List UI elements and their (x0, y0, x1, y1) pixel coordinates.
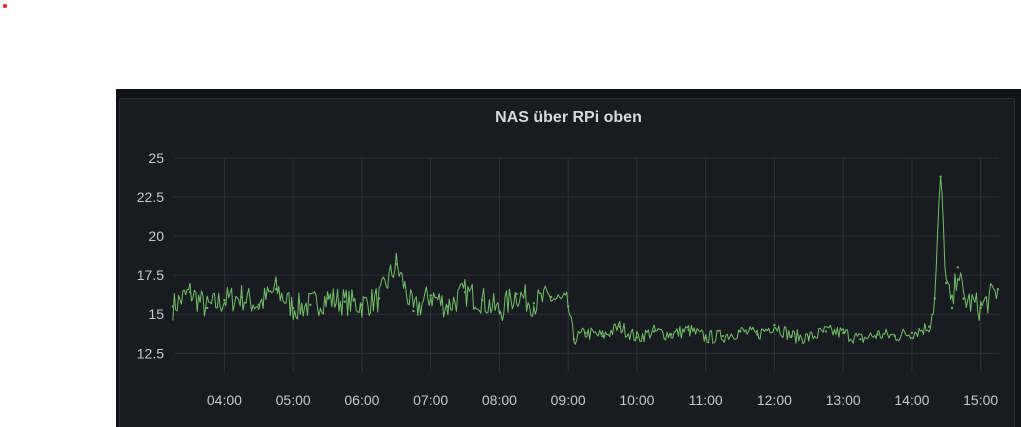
x-tick-label: 14:00 (894, 392, 929, 408)
data-point[interactable] (377, 297, 381, 300)
red-dot-marker (3, 4, 7, 8)
y-tick-label: 12.5 (137, 345, 164, 361)
data-point[interactable] (206, 306, 209, 310)
y-tick-label: 17.5 (137, 267, 164, 283)
data-point[interactable] (572, 338, 576, 341)
data-point[interactable] (498, 309, 501, 313)
data-point[interactable] (950, 306, 954, 310)
data-point[interactable] (910, 331, 914, 335)
x-tick-label: 04:00 (207, 392, 242, 408)
data-point[interactable] (996, 288, 1000, 291)
data-point[interactable] (463, 291, 467, 294)
data-point[interactable] (756, 333, 759, 336)
data-point[interactable] (687, 328, 690, 331)
data-point[interactable] (360, 303, 364, 306)
data-point[interactable] (326, 297, 329, 300)
data-point[interactable] (309, 303, 312, 306)
data-point[interactable] (618, 325, 621, 328)
data-point[interactable] (257, 303, 260, 306)
data-point[interactable] (842, 331, 845, 335)
data-point[interactable] (859, 338, 862, 341)
y-tick-label: 15 (148, 306, 164, 322)
series-line-0[interactable] (172, 176, 999, 345)
data-point[interactable] (738, 330, 742, 333)
data-point[interactable] (429, 294, 432, 297)
data-point[interactable] (773, 323, 776, 327)
data-point[interactable] (939, 175, 942, 178)
data-point[interactable] (721, 334, 725, 338)
data-point[interactable] (584, 331, 587, 335)
x-tick-label: 09:00 (551, 392, 586, 408)
data-point[interactable] (945, 281, 948, 285)
data-point[interactable] (956, 266, 959, 269)
x-tick-label: 06:00 (344, 392, 379, 408)
dashboard-panel: NAS über RPi oben 25 22.5 20 17.5 15 12.5 04:0… (116, 89, 1021, 427)
data-point[interactable] (670, 333, 673, 336)
y-tick-label: 25 (148, 150, 164, 166)
data-point[interactable] (567, 305, 570, 308)
data-point[interactable] (652, 330, 656, 333)
data-point[interactable] (549, 295, 553, 299)
x-tick-label: 11:00 (689, 392, 723, 408)
data-point[interactable] (171, 305, 175, 308)
data-point[interactable] (962, 297, 965, 300)
data-point[interactable] (927, 325, 931, 328)
x-tick-label: 13:00 (826, 392, 861, 408)
data-point[interactable] (292, 306, 295, 310)
data-point[interactable] (979, 306, 982, 310)
x-tick-label: 07:00 (413, 392, 448, 408)
data-point[interactable] (532, 302, 535, 305)
data-point[interactable] (933, 297, 936, 300)
data-point[interactable] (343, 300, 346, 303)
data-point[interactable] (876, 333, 879, 336)
data-point[interactable] (635, 336, 639, 339)
y-tick-label: 20 (148, 228, 164, 244)
x-tick-label: 12:00 (757, 392, 792, 408)
line-chart[interactable]: 25 22.5 20 17.5 15 12.5 04:00 05:00 06:00 07:00 08… (116, 89, 1021, 427)
data-point[interactable] (412, 309, 415, 313)
data-point[interactable] (481, 298, 484, 302)
data-point[interactable] (188, 291, 192, 294)
data-point[interactable] (790, 334, 793, 338)
x-tick-label: 15:00 (963, 392, 998, 408)
data-point[interactable] (807, 336, 810, 339)
data-point[interactable] (515, 292, 518, 296)
data-point[interactable] (274, 288, 278, 291)
data-point[interactable] (824, 330, 828, 333)
data-point[interactable] (601, 334, 604, 338)
data-point[interactable] (395, 263, 398, 266)
data-point[interactable] (223, 298, 226, 302)
x-tick-label: 10:00 (619, 392, 654, 408)
x-tick-label: 08:00 (482, 392, 517, 408)
data-point[interactable] (446, 305, 450, 308)
data-point[interactable] (704, 336, 707, 339)
y-tick-label: 22.5 (137, 189, 164, 205)
data-point[interactable] (240, 295, 243, 299)
x-tick-label: 05:00 (276, 392, 311, 408)
data-point[interactable] (893, 334, 896, 338)
